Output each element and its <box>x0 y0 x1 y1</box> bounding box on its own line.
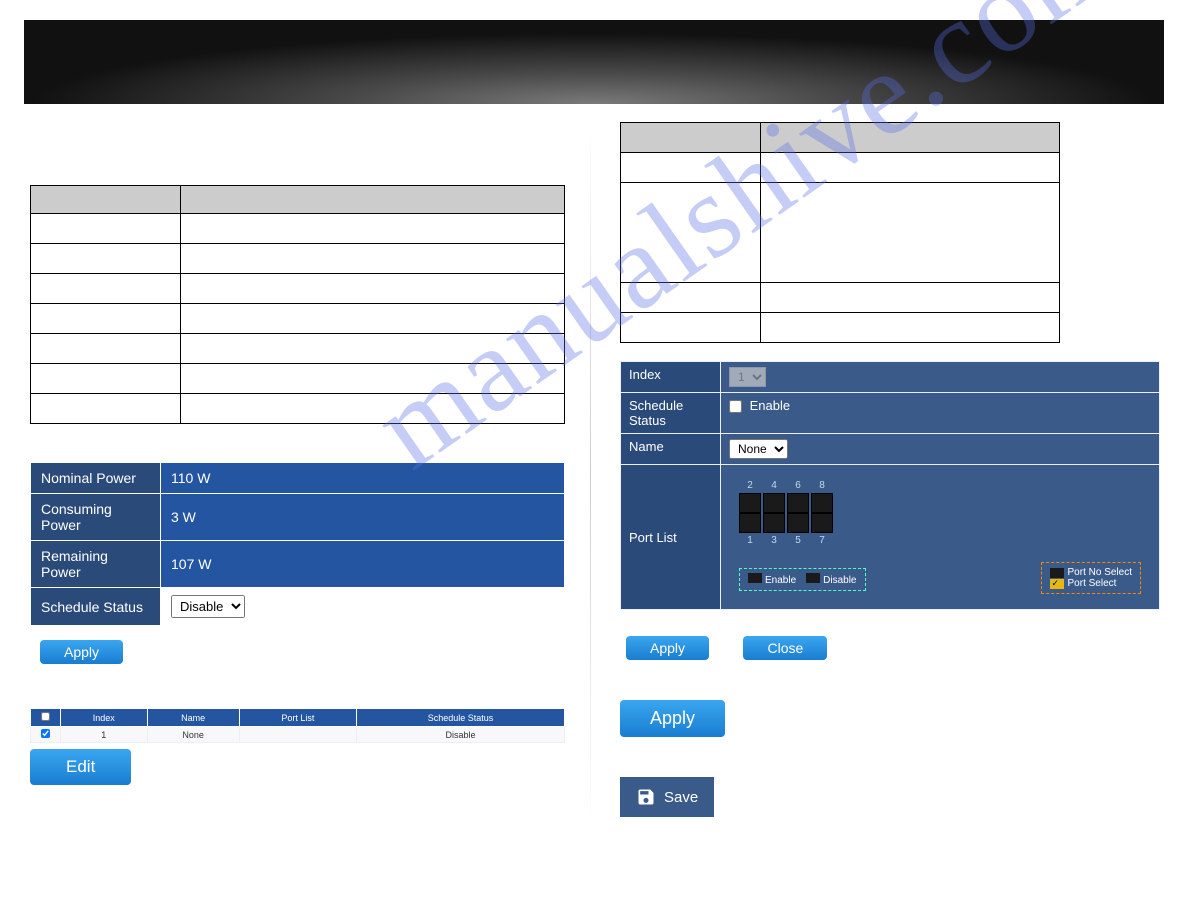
port-icon[interactable] <box>811 513 833 533</box>
port-diagram: 2468 1357 <box>729 470 1151 604</box>
cell-name: None <box>147 727 239 743</box>
table-row: 1None Disable <box>31 727 565 743</box>
port-label: 4 <box>763 480 785 491</box>
port-icon[interactable] <box>787 513 809 533</box>
blank-table-right <box>620 122 1060 343</box>
port-label: 8 <box>811 480 833 491</box>
consuming-power-label: Consuming Power <box>31 494 161 541</box>
port-icon[interactable] <box>739 513 761 533</box>
apply-button[interactable]: Apply <box>40 640 123 664</box>
schedule-status-select[interactable]: DisableEnable <box>171 595 245 618</box>
power-table: Nominal Power 110 W Consuming Power 3 W … <box>30 462 565 626</box>
port-select-icon <box>1050 579 1064 589</box>
port-label: 7 <box>811 535 833 546</box>
nominal-power-value: 110 W <box>161 463 565 494</box>
port-icon[interactable] <box>763 493 785 513</box>
port-icon[interactable] <box>739 493 761 513</box>
col-name: Name <box>147 709 239 727</box>
cell-index: 1 <box>61 727 148 743</box>
name-label: Name <box>621 434 721 465</box>
port-disable-icon <box>806 573 820 583</box>
col-sched: Schedule Status <box>356 709 564 727</box>
top-banner <box>24 20 1164 104</box>
schedule-list-table: Index Name Port List Schedule Status 1No… <box>30 708 565 743</box>
port-label: 2 <box>739 480 761 491</box>
port-enable-icon <box>748 573 762 583</box>
edit-button[interactable]: Edit <box>30 749 131 785</box>
nominal-power-label: Nominal Power <box>31 463 161 494</box>
legend-select: Port No Select Port Select <box>1041 562 1141 594</box>
save-icon <box>636 787 656 807</box>
schedule-edit-panel: Index 1 Schedule Status Enable Name None… <box>620 361 1160 610</box>
index-label: Index <box>621 362 721 393</box>
cell-portlist <box>239 727 356 743</box>
port-icon[interactable] <box>763 513 785 533</box>
panel-close-button[interactable]: Close <box>743 636 827 660</box>
portlist-label: Port List <box>621 465 721 610</box>
select-all-checkbox[interactable] <box>41 712 50 721</box>
row-checkbox[interactable] <box>41 729 50 738</box>
sched-status-label: Schedule Status <box>621 393 721 434</box>
panel-apply-button[interactable]: Apply <box>626 636 709 660</box>
legend-enable-disable: Enable Disable <box>739 568 866 591</box>
port-label: 1 <box>739 535 761 546</box>
port-noselect-icon <box>1050 568 1064 578</box>
cell-sched: Disable <box>356 727 564 743</box>
enable-text: Enable <box>750 398 790 413</box>
port-label: 3 <box>763 535 785 546</box>
save-label: Save <box>664 789 698 806</box>
remaining-power-label: Remaining Power <box>31 541 161 588</box>
save-button[interactable]: Save <box>620 777 714 817</box>
col-portlist: Port List <box>239 709 356 727</box>
port-icon[interactable] <box>811 493 833 513</box>
port-label: 6 <box>787 480 809 491</box>
enable-checkbox[interactable] <box>729 400 742 413</box>
schedule-status-label: Schedule Status <box>31 588 161 626</box>
port-label: 5 <box>787 535 809 546</box>
remaining-power-value: 107 W <box>161 541 565 588</box>
apply-large-button[interactable]: Apply <box>620 700 725 737</box>
column-divider <box>590 120 591 830</box>
index-select: 1 <box>729 367 766 387</box>
blank-table-left <box>30 185 565 424</box>
port-icon[interactable] <box>787 493 809 513</box>
name-select[interactable]: None <box>729 439 788 459</box>
consuming-power-value: 3 W <box>161 494 565 541</box>
col-index: Index <box>61 709 148 727</box>
